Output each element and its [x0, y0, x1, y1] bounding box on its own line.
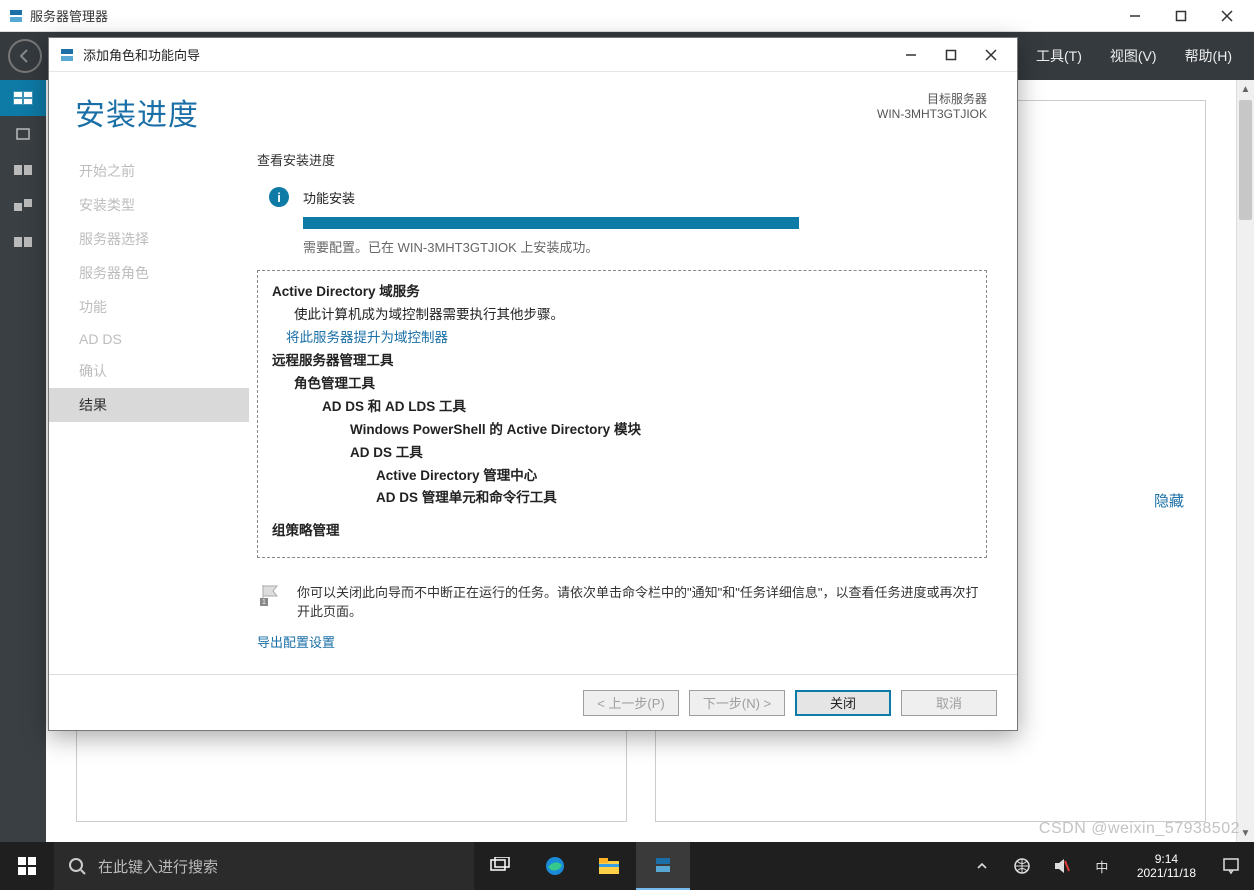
detail-adds-desc: 使此计算机成为域控制器需要执行其他步骤。 [272, 304, 972, 327]
outer-close-button[interactable] [1204, 0, 1250, 32]
menu-tools[interactable]: 工具(T) [1022, 46, 1096, 66]
taskbar: 在此键入进行搜索 中 9:14 2021/11/18 [0, 842, 1254, 890]
tray-chevron-icon[interactable] [969, 842, 995, 890]
server-manager-title-text: 服务器管理器 [30, 6, 108, 25]
scroll-thumb[interactable] [1239, 100, 1252, 220]
prev-button: < 上一步(P) [583, 690, 679, 716]
next-button: 下一步(N) > [689, 690, 785, 716]
export-config-link[interactable]: 导出配置设置 [257, 632, 987, 651]
detail-gpm: 组策略管理 [272, 523, 340, 538]
detail-adds-tools: AD DS 工具 [350, 445, 423, 460]
tray-volume-icon[interactable] [1049, 842, 1075, 890]
close-button[interactable]: 关闭 [795, 690, 891, 716]
wizard-footer: < 上一步(P) 下一步(N) > 关闭 取消 [49, 674, 1017, 730]
taskbar-search[interactable]: 在此键入进行搜索 [54, 842, 474, 890]
install-progressbar [303, 217, 799, 229]
wizard-maximize-button[interactable] [931, 40, 971, 70]
target-server-name: WIN-3MHT3GTJIOK [877, 107, 987, 121]
wizard-titlebar: 添加角色和功能向导 [49, 38, 1017, 72]
nav-dashboard-icon[interactable] [0, 80, 46, 116]
detail-adds-title: Active Directory 域服务 [272, 284, 420, 299]
detail-adds-lds-tools: AD DS 和 AD LDS 工具 [322, 399, 466, 414]
install-progressbar-fill [303, 217, 799, 229]
nav-adds-icon[interactable] [0, 188, 46, 224]
wizard-step-nav: 开始之前 安装类型 服务器选择 服务器角色 功能 AD DS 确认 结果 [49, 140, 249, 674]
nav-local-server-icon[interactable] [0, 116, 46, 152]
step-server-roles: 服务器角色 [49, 256, 249, 290]
wizard-minimize-button[interactable] [891, 40, 931, 70]
menu-view[interactable]: 视图(V) [1096, 46, 1171, 66]
view-progress-label: 查看安装进度 [257, 150, 987, 169]
clock-time: 9:14 [1155, 852, 1178, 866]
outer-minimize-button[interactable] [1112, 0, 1158, 32]
detail-rsat: 远程服务器管理工具 [272, 353, 394, 368]
back-button[interactable] [8, 39, 42, 73]
nav-file-services-icon[interactable] [0, 224, 46, 260]
detail-adds-snapins: AD DS 管理单元和命令行工具 [376, 490, 557, 505]
hint-row: 1 你可以关闭此向导而不中断正在运行的任务。请依次单击命令栏中的"通知"和"任务… [257, 582, 987, 620]
scroll-up-arrow[interactable]: ▲ [1237, 80, 1254, 98]
wizard-header: 安装进度 目标服务器 WIN-3MHT3GTJIOK [49, 72, 1017, 140]
step-confirmation: 确认 [49, 354, 249, 388]
detail-ad-admin-center: Active Directory 管理中心 [376, 468, 537, 483]
hint-text: 你可以关闭此向导而不中断正在运行的任务。请依次单击命令栏中的"通知"和"任务详细… [297, 582, 987, 620]
left-nav-strip [0, 80, 46, 842]
wizard-close-x-button[interactable] [971, 40, 1011, 70]
outer-maximize-button[interactable] [1158, 0, 1204, 32]
step-adds: AD DS [49, 324, 249, 354]
flag-icon: 1 [257, 582, 281, 608]
clock-date: 2021/11/18 [1137, 866, 1196, 880]
step-features: 功能 [49, 290, 249, 324]
taskbar-search-placeholder: 在此键入进行搜索 [98, 856, 218, 877]
step-results: 结果 [49, 388, 249, 422]
add-roles-wizard-dialog: 添加角色和功能向导 安装进度 目标服务器 WIN-3MHT3GTJIOK 开始之… [48, 37, 1018, 731]
nav-all-servers-icon[interactable] [0, 152, 46, 188]
step-installation-type: 安装类型 [49, 188, 249, 222]
vertical-scrollbar[interactable]: ▲ ▼ [1236, 80, 1254, 842]
wizard-target: 目标服务器 WIN-3MHT3GTJIOK [877, 90, 987, 121]
detail-ps-module: Windows PowerShell 的 Active Directory 模块 [350, 422, 641, 437]
tray-notifications-icon[interactable] [1218, 842, 1244, 890]
install-status-text: 功能安装 [303, 188, 355, 207]
info-icon: i [269, 187, 289, 207]
step-server-selection: 服务器选择 [49, 222, 249, 256]
server-manager-titlebar: 服务器管理器 [0, 0, 1254, 32]
taskbar-edge-icon[interactable] [528, 842, 582, 890]
wizard-title-text: 添加角色和功能向导 [83, 45, 200, 64]
search-icon [68, 857, 86, 875]
taskbar-explorer-icon[interactable] [582, 842, 636, 890]
svg-text:1: 1 [262, 599, 266, 606]
cancel-button: 取消 [901, 690, 997, 716]
wizard-heading: 安装进度 [75, 90, 877, 134]
hide-link[interactable]: 隐藏 [1154, 490, 1184, 511]
wizard-icon [59, 47, 75, 63]
server-manager-title: 服务器管理器 [4, 6, 1112, 25]
watermark-text: CSDN @weixin_57938502 [1039, 820, 1240, 838]
task-view-button[interactable] [474, 842, 528, 890]
wizard-content: 查看安装进度 i 功能安装 需要配置。已在 WIN-3MHT3GTJIOK 上安… [249, 140, 1017, 674]
promote-to-dc-link[interactable]: 将此服务器提升为域控制器 [272, 327, 972, 350]
step-before-you-begin: 开始之前 [49, 154, 249, 188]
server-manager-icon [8, 8, 24, 24]
menu-help[interactable]: 帮助(H) [1171, 46, 1246, 66]
needs-configuration-text: 需要配置。已在 WIN-3MHT3GTJIOK 上安装成功。 [303, 237, 987, 256]
target-label: 目标服务器 [877, 90, 987, 107]
start-button[interactable] [0, 842, 54, 890]
tray-network-icon[interactable] [1009, 842, 1035, 890]
detail-role-tools: 角色管理工具 [294, 376, 375, 391]
taskbar-clock[interactable]: 9:14 2021/11/18 [1129, 852, 1204, 881]
install-details-box: Active Directory 域服务 使此计算机成为域控制器需要执行其他步骤… [257, 270, 987, 558]
tray-ime-icon[interactable]: 中 [1089, 842, 1115, 890]
taskbar-server-manager-icon[interactable] [636, 842, 690, 890]
